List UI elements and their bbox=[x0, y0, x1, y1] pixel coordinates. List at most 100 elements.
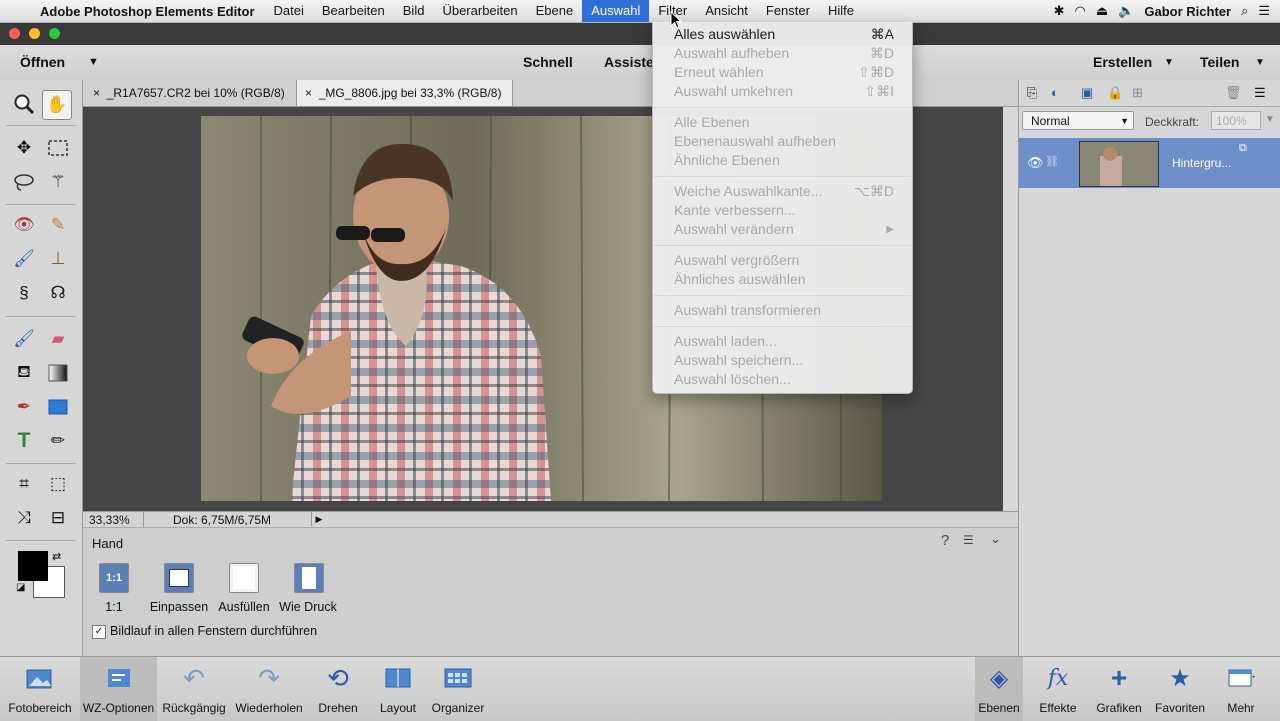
healing-brush-icon[interactable]: ✎ bbox=[44, 211, 72, 239]
sponge-tool-icon[interactable]: § bbox=[10, 279, 38, 307]
hand-tool-icon[interactable]: ✋ bbox=[42, 90, 72, 120]
collapse-icon[interactable]: ⌄ bbox=[990, 531, 1001, 547]
organizer-button[interactable]: Organizer bbox=[427, 657, 489, 721]
trash-icon[interactable]: 🗑 bbox=[1225, 85, 1242, 101]
eraser-tool-icon[interactable]: ▰ bbox=[44, 325, 72, 353]
menu-item-similar-layers[interactable]: Ähnliche Ebenen bbox=[674, 151, 894, 170]
menu-item-transform-selection[interactable]: Auswahl transformieren bbox=[674, 301, 894, 320]
menu-bild[interactable]: Bild bbox=[394, 0, 434, 22]
wifi-icon[interactable]: ◠ bbox=[1075, 3, 1086, 19]
graphics-button[interactable]: + Grafiken bbox=[1091, 657, 1147, 721]
volume-icon[interactable]: 🔈 bbox=[1118, 3, 1134, 19]
straighten-tool-icon[interactable]: ⊟ bbox=[44, 504, 72, 532]
menu-item-select-all[interactable]: Alles auswählen ⌘A bbox=[674, 25, 894, 44]
zoom-tool-icon[interactable] bbox=[10, 90, 38, 118]
close-window-button[interactable] bbox=[9, 28, 20, 39]
mode-assist-tab[interactable]: Assiste bbox=[604, 54, 654, 70]
menu-ansicht[interactable]: Ansicht bbox=[696, 0, 757, 22]
open-dropdown-icon[interactable]: ▼ bbox=[88, 56, 99, 68]
app-name[interactable]: Adobe Photoshop Elements Editor bbox=[36, 4, 265, 19]
menu-fenster[interactable]: Fenster bbox=[757, 0, 819, 22]
vertical-scrollbar[interactable] bbox=[1003, 107, 1018, 511]
menu-item-inverse[interactable]: Auswahl umkehren ⇧⌘I bbox=[674, 82, 894, 101]
opacity-dropdown-icon[interactable]: ▼ bbox=[1265, 114, 1275, 125]
zoom-window-button[interactable] bbox=[49, 28, 60, 39]
redo-button[interactable]: ↷ Wiederholen bbox=[231, 657, 307, 721]
lock-transparency-icon[interactable]: ⊞ bbox=[1132, 85, 1143, 101]
move-tool-icon[interactable]: ✥ bbox=[10, 134, 38, 162]
content-aware-move-icon[interactable]: ⤨ bbox=[10, 504, 38, 532]
eject-icon[interactable]: ⏏ bbox=[1096, 3, 1108, 19]
layout-button[interactable]: Layout bbox=[369, 657, 427, 721]
menu-item-delete-selection[interactable]: Auswahl löschen... bbox=[674, 370, 894, 389]
zoom-level[interactable]: 33,33% bbox=[89, 513, 130, 527]
layer-mask-icon[interactable]: ▣ bbox=[1081, 85, 1093, 101]
recompose-tool-icon[interactable]: ⬚ bbox=[44, 470, 72, 498]
menu-item-refine-edge[interactable]: Kante verbessern... bbox=[674, 201, 894, 220]
bluetooth-icon[interactable]: ✱ bbox=[1054, 3, 1065, 19]
more-button[interactable]: Mehr bbox=[1216, 657, 1266, 721]
smart-brush-icon[interactable]: 🖌 bbox=[10, 245, 38, 273]
notification-list-icon[interactable]: ☰ bbox=[1258, 3, 1270, 19]
menu-item-feather[interactable]: Weiche Auswahlkante... ⌥⌘D bbox=[674, 182, 894, 201]
layers-panel-button[interactable]: ◈ Ebenen bbox=[975, 657, 1023, 721]
text-tool-icon[interactable]: T bbox=[10, 427, 38, 455]
menu-bearbeiten[interactable]: Bearbeiten bbox=[313, 0, 394, 22]
fit-screen-button[interactable] bbox=[164, 563, 194, 593]
menu-auswahl[interactable]: Auswahl bbox=[582, 0, 650, 22]
options-menu-icon[interactable]: ☰ bbox=[963, 533, 974, 547]
menu-hilfe[interactable]: Hilfe bbox=[819, 0, 863, 22]
marquee-tool-icon[interactable] bbox=[44, 134, 72, 162]
help-icon[interactable]: ? bbox=[941, 532, 949, 549]
paint-bucket-icon[interactable]: ⛾ bbox=[10, 359, 38, 387]
blur-tool-icon[interactable]: ☊ bbox=[44, 279, 72, 307]
user-name[interactable]: Gabor Richter bbox=[1144, 4, 1231, 19]
close-tab-icon[interactable]: × bbox=[93, 86, 100, 100]
scroll-all-windows-checkbox[interactable]: ✓ bbox=[92, 625, 106, 639]
share-button[interactable]: Teilen bbox=[1200, 54, 1239, 70]
tab-r1a7657[interactable]: × _R1A7657.CR2 bei 10% (RGB/8) bbox=[85, 80, 295, 106]
menu-ebene[interactable]: Ebene bbox=[527, 0, 583, 22]
mode-quick-tab[interactable]: Schnell bbox=[523, 54, 573, 70]
pencil-tool-icon[interactable]: ✏ bbox=[44, 427, 72, 455]
menu-item-load-selection[interactable]: Auswahl laden... bbox=[674, 332, 894, 351]
layer-row-background[interactable]: 👁 ⛓ Hintergru... ⧉ bbox=[1019, 138, 1280, 188]
menu-item-deselect-layers[interactable]: Ebenenauswahl aufheben bbox=[674, 132, 894, 151]
gradient-tool-icon[interactable] bbox=[44, 359, 72, 387]
menu-datei[interactable]: Datei bbox=[265, 0, 313, 22]
magic-wand-tool-icon[interactable]: ⚚ bbox=[44, 168, 72, 196]
opacity-field[interactable]: 100% bbox=[1211, 111, 1261, 130]
open-button[interactable]: Öffnen bbox=[20, 54, 65, 70]
menu-item-modify[interactable]: Auswahl verändern ▶ bbox=[674, 220, 894, 239]
menu-item-all-layers[interactable]: Alle Ebenen bbox=[674, 113, 894, 132]
rotate-button[interactable]: ⟲ Drehen bbox=[307, 657, 369, 721]
lasso-tool-icon[interactable] bbox=[10, 168, 38, 196]
lock-icon[interactable]: 🔒 bbox=[1107, 85, 1123, 101]
red-eye-tool-icon[interactable]: 👁 bbox=[10, 211, 38, 239]
menu-item-reselect[interactable]: Erneut wählen ⇧⌘D bbox=[674, 63, 894, 82]
swap-colors-icon[interactable]: ⇄ bbox=[52, 550, 61, 563]
layers-menu-icon[interactable]: ☰ bbox=[1254, 85, 1266, 101]
photo-bin-button[interactable]: Fotobereich bbox=[0, 657, 80, 721]
adjustment-layer-icon[interactable]: ◐ bbox=[1051, 85, 1059, 100]
spotlight-search-icon[interactable]: ⌕ bbox=[1241, 3, 1248, 19]
minimize-window-button[interactable] bbox=[29, 28, 40, 39]
layer-name[interactable]: Hintergru... bbox=[1172, 156, 1231, 170]
fill-screen-button[interactable] bbox=[229, 563, 259, 593]
undo-button[interactable]: ↶ Rückgängig bbox=[157, 657, 231, 721]
eyedropper-tool-icon[interactable]: ✒ bbox=[10, 393, 38, 421]
menu-item-save-selection[interactable]: Auswahl speichern... bbox=[674, 351, 894, 370]
zoom-1to1-button[interactable]: 1:1 bbox=[99, 563, 129, 593]
close-tab-icon[interactable]: × bbox=[305, 86, 312, 100]
favorites-button[interactable]: ★ Favoriten bbox=[1150, 657, 1210, 721]
menu-item-grow[interactable]: Auswahl vergrößern bbox=[674, 251, 894, 270]
shape-tool-icon[interactable] bbox=[44, 393, 72, 421]
print-size-button[interactable] bbox=[294, 563, 324, 593]
blend-mode-select[interactable]: Normal ▼ bbox=[1022, 111, 1134, 130]
create-button[interactable]: Erstellen bbox=[1093, 54, 1152, 70]
brush-tool-icon[interactable]: 🖌 bbox=[10, 325, 38, 353]
tool-options-button[interactable]: WZ-Optionen bbox=[80, 657, 157, 721]
visibility-eye-icon[interactable]: 👁 bbox=[1027, 155, 1044, 171]
status-menu-arrow-icon[interactable]: ▶ bbox=[311, 512, 326, 526]
default-colors-icon[interactable]: ◪ bbox=[16, 582, 25, 593]
